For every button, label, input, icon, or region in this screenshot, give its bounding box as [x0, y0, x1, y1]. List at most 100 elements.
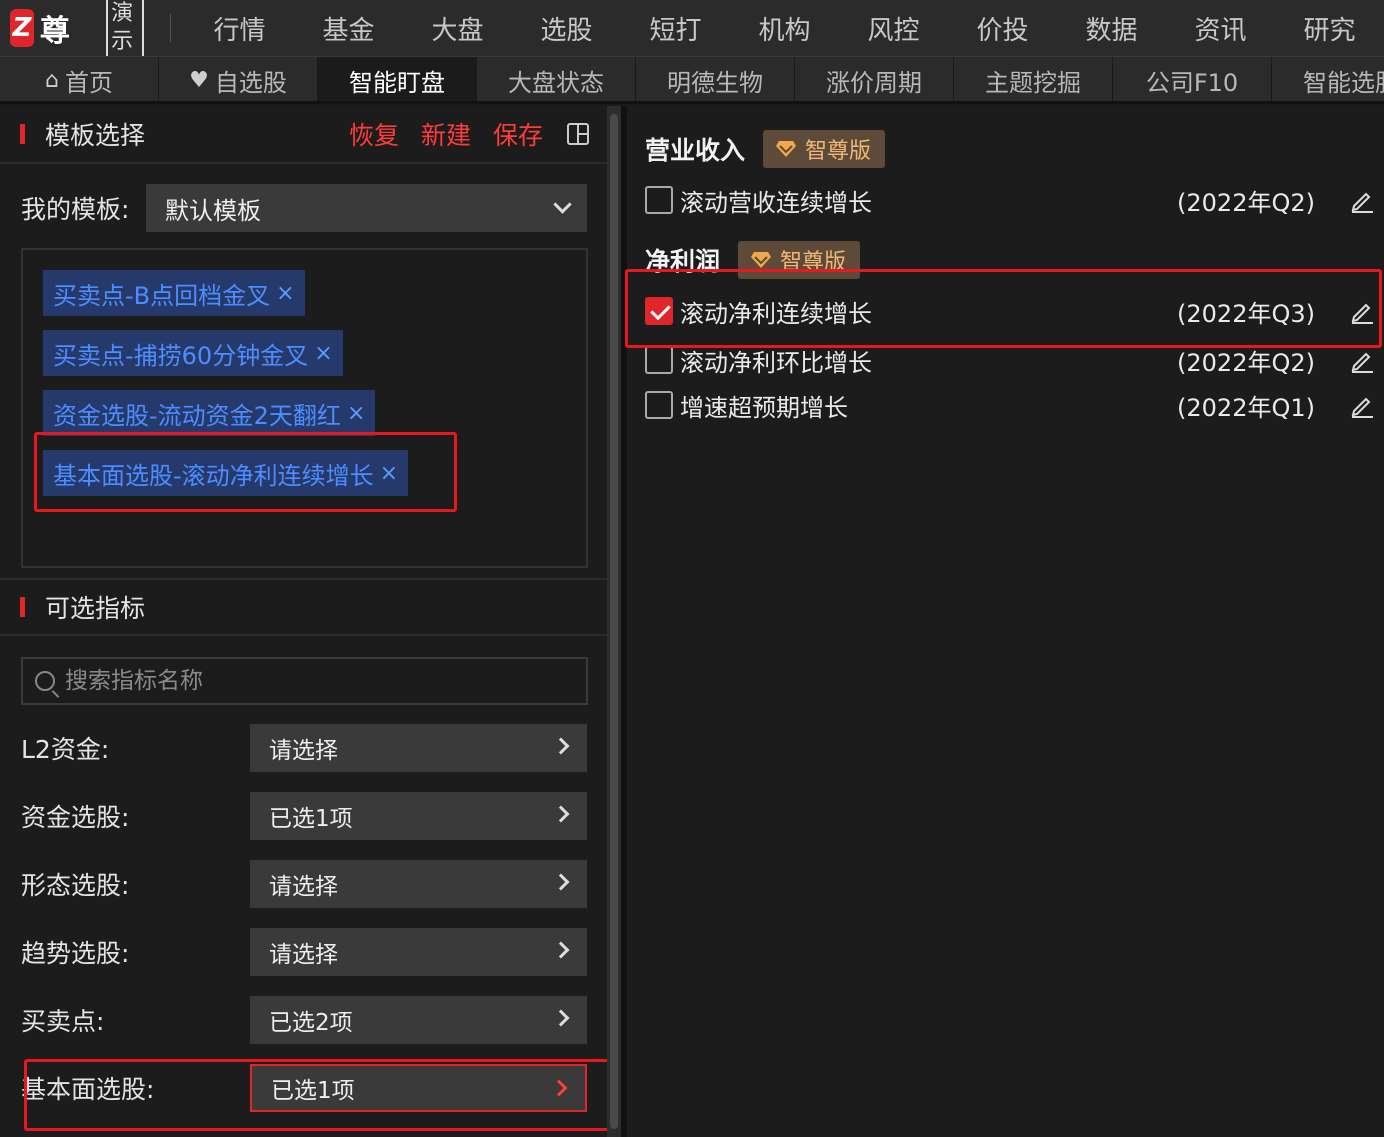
- nav-item-value[interactable]: 价投: [948, 10, 1057, 47]
- option-row[interactable]: 滚动净利连续增长 (2022年Q3): [645, 294, 1375, 328]
- indicator-label: 趋势选股:: [21, 939, 130, 968]
- indicator-select[interactable]: 请选择: [250, 860, 587, 908]
- nav-item-fund[interactable]: 基金: [294, 10, 403, 47]
- nav-item-market[interactable]: 行情: [185, 10, 294, 47]
- heart-icon: ♥: [189, 68, 209, 93]
- edit-icon[interactable]: [1349, 347, 1375, 373]
- nav-item-institution[interactable]: 机构: [730, 10, 839, 47]
- tab-company-f10[interactable]: 公司F10: [1113, 57, 1272, 101]
- logo-icon: Z: [10, 9, 34, 47]
- chevron-down-icon: [553, 195, 572, 214]
- checkbox[interactable]: [645, 186, 673, 214]
- tag-chip[interactable]: 买卖点-捕捞60分钟金叉 ×: [43, 330, 343, 376]
- nav-item-stock-picker[interactable]: 选股: [512, 10, 621, 47]
- tag-label: 买卖点-捕捞60分钟金叉: [53, 341, 309, 370]
- nav-item-research[interactable]: 研究: [1275, 10, 1384, 47]
- tab-smart-monitor[interactable]: 智能盯盘: [318, 57, 477, 101]
- indicator-label: 基本面选股:: [21, 1075, 155, 1104]
- nav-item-short-term[interactable]: 短打: [621, 10, 730, 47]
- close-icon[interactable]: ×: [276, 281, 294, 306]
- checkbox[interactable]: [645, 346, 673, 374]
- edit-icon[interactable]: [1349, 187, 1375, 213]
- tag-chip[interactable]: 资金选股-流动资金2天翻红 ×: [43, 390, 376, 436]
- indicator-select[interactable]: 已选2项: [250, 996, 587, 1044]
- pro-edition-badge: 智尊版: [738, 241, 861, 279]
- template-select[interactable]: 默认模板: [146, 184, 587, 232]
- layout-icon[interactable]: [567, 123, 589, 145]
- close-icon[interactable]: ×: [314, 341, 332, 366]
- edit-icon[interactable]: [1349, 298, 1375, 324]
- indicator-value: 已选1项: [271, 1078, 355, 1104]
- indicator-value: 请选择: [269, 738, 338, 764]
- option-label: 滚动营收连续增长: [680, 188, 872, 217]
- new-button[interactable]: 新建: [421, 116, 471, 152]
- option-row[interactable]: 滚动净利环比增长 (2022年Q2): [645, 343, 1375, 377]
- tab-bar: ⌂ 首页 ♥ 自选股 智能盯盘 大盘状态 明德生物 涨价周期 主题挖掘 公司F1…: [0, 57, 1384, 104]
- my-template-row: 我的模板: 默认模板: [21, 184, 587, 232]
- indicator-row-l2: L2资金: 请选择: [21, 724, 587, 772]
- tab-market-status[interactable]: 大盘状态: [477, 57, 636, 101]
- section-marker: [20, 597, 25, 617]
- tab-price-cycle[interactable]: 涨价周期: [795, 57, 954, 101]
- option-period: (2022年Q3): [1177, 299, 1315, 328]
- indicator-select[interactable]: 请选择: [250, 724, 587, 772]
- option-row[interactable]: 滚动营收连续增长 (2022年Q2): [645, 183, 1375, 217]
- diamond-icon: [750, 251, 772, 269]
- template-select-value: 默认模板: [165, 196, 261, 225]
- tab-smart-picker[interactable]: 智能选股: [1272, 57, 1384, 101]
- indicator-value: 请选择: [269, 874, 338, 900]
- checkbox-checked[interactable]: [645, 297, 673, 325]
- tag-label: 买卖点-B点回档金叉: [53, 281, 271, 310]
- chevron-right-icon: [552, 1009, 570, 1027]
- edit-icon[interactable]: [1349, 392, 1375, 418]
- group-revenue-header: 营业收入 智尊版: [645, 130, 886, 168]
- restore-button[interactable]: 恢复: [349, 116, 399, 152]
- indicator-value: 已选1项: [269, 806, 353, 832]
- option-label: 增速超预期增长: [680, 393, 848, 422]
- tag-chip[interactable]: 基本面选股-滚动净利连续增长 ×: [43, 450, 409, 496]
- close-icon[interactable]: ×: [380, 461, 398, 486]
- brand-name: 智尊版: [39, 0, 71, 49]
- option-period: (2022年Q1): [1177, 393, 1315, 422]
- chevron-right-icon: [552, 737, 570, 755]
- demo-badge: 演示: [106, 0, 144, 56]
- indicator-select[interactable]: 已选1项: [250, 792, 587, 840]
- template-actions: 恢复 新建 保存: [327, 116, 589, 152]
- nav-item-news[interactable]: 资讯: [1166, 10, 1275, 47]
- indicator-select[interactable]: 已选1项: [250, 1064, 587, 1112]
- indicator-label: L2资金:: [21, 735, 110, 764]
- badge-label: 智尊版: [780, 250, 847, 275]
- tag-chip[interactable]: 买卖点-B点回档金叉 ×: [43, 270, 305, 316]
- chevron-right-icon: [552, 941, 570, 959]
- indicator-search[interactable]: [21, 657, 588, 705]
- left-scrollbar[interactable]: [607, 106, 621, 1137]
- diamond-icon: [775, 140, 797, 158]
- nav-item-data[interactable]: 数据: [1057, 10, 1166, 47]
- checkbox[interactable]: [645, 391, 673, 419]
- option-label: 滚动净利连续增长: [680, 299, 872, 328]
- close-icon[interactable]: ×: [347, 401, 365, 426]
- indicator-row-fundamental: 基本面选股: 已选1项: [21, 1064, 587, 1112]
- tab-watchlist[interactable]: ♥ 自选股: [159, 57, 318, 101]
- indicator-select[interactable]: 请选择: [250, 928, 587, 976]
- indicator-value: 已选2项: [269, 1010, 353, 1036]
- badge-label: 智尊版: [805, 139, 872, 164]
- scrollbar-thumb[interactable]: [610, 114, 618, 1129]
- app-logo[interactable]: Z 智尊版 演示: [0, 0, 144, 56]
- search-input[interactable]: [65, 668, 545, 694]
- indicator-label: 形态选股:: [21, 871, 130, 900]
- indicator-label: 资金选股:: [21, 803, 130, 832]
- option-period: (2022年Q2): [1177, 188, 1315, 217]
- option-row[interactable]: 增速超预期增长 (2022年Q1): [645, 388, 1375, 422]
- tab-home[interactable]: ⌂ 首页: [0, 57, 159, 101]
- nav-separator: [169, 14, 171, 42]
- indicator-row-trend: 趋势选股: 请选择: [21, 928, 587, 976]
- nav-item-index[interactable]: 大盘: [403, 10, 512, 47]
- indicator-row-pattern: 形态选股: 请选择: [21, 860, 587, 908]
- tab-theme-mining[interactable]: 主题挖掘: [954, 57, 1113, 101]
- save-button[interactable]: 保存: [493, 116, 543, 152]
- search-icon: [35, 671, 55, 691]
- tab-stock-mingde[interactable]: 明德生物: [636, 57, 795, 101]
- group-title: 营业收入: [645, 136, 746, 165]
- nav-item-risk[interactable]: 风控: [839, 10, 948, 47]
